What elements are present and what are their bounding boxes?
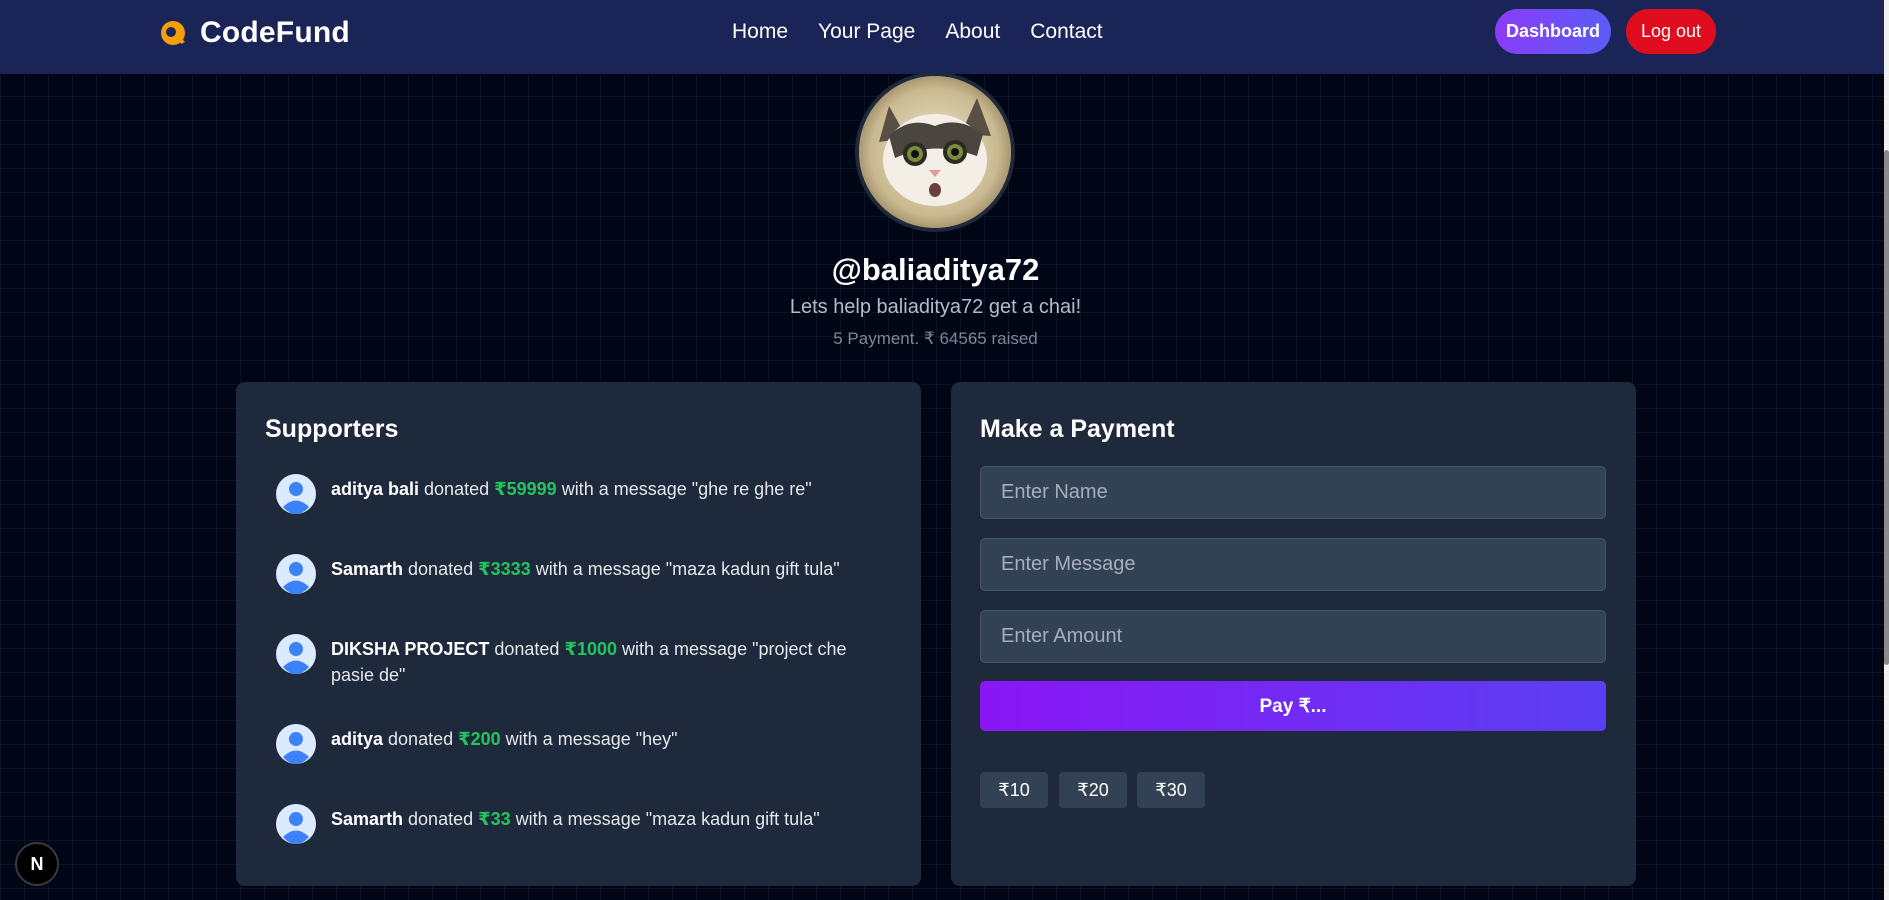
nav-links: Home Your Page About Contact bbox=[732, 20, 1103, 44]
quick-amount-30-button[interactable]: ₹30 bbox=[1137, 772, 1205, 808]
donated-text: donated bbox=[403, 809, 479, 829]
nav-your-page[interactable]: Your Page bbox=[818, 20, 915, 44]
supporter-amount: ₹1000 bbox=[564, 639, 618, 659]
dashboard-button[interactable]: Dashboard bbox=[1495, 9, 1611, 54]
user-avatar-icon bbox=[276, 474, 316, 514]
quick-amount-10-button[interactable]: ₹10 bbox=[980, 772, 1048, 808]
supporter-name: Samarth bbox=[331, 809, 404, 829]
donated-text: donated bbox=[489, 639, 565, 659]
profile-avatar bbox=[855, 72, 1015, 232]
user-avatar-icon bbox=[276, 554, 316, 594]
user-avatar-icon bbox=[276, 634, 316, 674]
supporter-amount: ₹200 bbox=[458, 729, 501, 749]
amount-input[interactable] bbox=[980, 610, 1606, 663]
nextjs-dev-badge[interactable]: N bbox=[15, 842, 59, 886]
supporter-text: DIKSHA PROJECT donated ₹1000 with a mess… bbox=[331, 636, 891, 688]
quick-amount-20-button[interactable]: ₹20 bbox=[1059, 772, 1127, 808]
brand-name: CodeFund bbox=[200, 16, 350, 49]
donated-text: donated bbox=[403, 559, 479, 579]
payment-card: Make a Payment Pay ₹... ₹10 ₹20 ₹30 bbox=[951, 382, 1636, 886]
supporter-text: Samarth donated ₹3333 with a message "ma… bbox=[331, 556, 891, 582]
donated-text: donated bbox=[419, 479, 495, 499]
navbar: CodeFund Home Your Page About Contact Da… bbox=[0, 0, 1884, 74]
supporter-amount: ₹3333 bbox=[478, 559, 531, 579]
supporter-name: aditya bali bbox=[331, 479, 420, 499]
list-item: DIKSHA PROJECT donated ₹1000 with a mess… bbox=[276, 634, 896, 688]
with-message-text: with a message bbox=[617, 639, 753, 659]
donated-text: donated bbox=[383, 729, 459, 749]
supporter-amount: ₹59999 bbox=[494, 479, 557, 499]
logout-button[interactable]: Log out bbox=[1626, 9, 1716, 54]
list-item: aditya bali donated ₹59999 with a messag… bbox=[276, 474, 896, 514]
supporters-title: Supporters bbox=[265, 415, 399, 443]
supporter-name: Samarth bbox=[331, 559, 404, 579]
payment-title: Make a Payment bbox=[980, 415, 1175, 443]
with-message-text: with a message bbox=[530, 559, 666, 579]
scrollbar-thumb[interactable] bbox=[1884, 150, 1889, 665]
nav-home[interactable]: Home bbox=[732, 20, 788, 44]
nav-about[interactable]: About bbox=[945, 20, 1000, 44]
supporter-message: "ghe re ghe re" bbox=[691, 479, 812, 499]
list-item: Samarth donated ₹3333 with a message "ma… bbox=[276, 554, 896, 594]
supporter-text: Samarth donated ₹33 with a message "maza… bbox=[331, 806, 891, 832]
list-item: aditya donated ₹200 with a message "hey" bbox=[276, 724, 896, 764]
nextjs-logo-icon: N bbox=[30, 853, 44, 874]
pay-button[interactable]: Pay ₹... bbox=[980, 681, 1606, 731]
user-avatar-icon bbox=[276, 724, 316, 764]
supporter-name: aditya bbox=[331, 729, 384, 749]
user-avatar-icon bbox=[276, 804, 316, 844]
profile-stats: 5 Payment. ₹ 64565 raised bbox=[833, 329, 1038, 348]
supporter-text: aditya bali donated ₹59999 with a messag… bbox=[331, 476, 891, 502]
message-input[interactable] bbox=[980, 538, 1606, 591]
with-message-text: with a message bbox=[500, 729, 636, 749]
supporters-card: Supporters aditya bali donated ₹59999 wi… bbox=[236, 382, 921, 886]
supporter-message: "hey" bbox=[635, 729, 678, 749]
name-input[interactable] bbox=[980, 466, 1606, 519]
cat-avatar-image bbox=[859, 76, 1011, 228]
supporter-message: "maza kadun gift tula" bbox=[645, 809, 820, 829]
nav-contact[interactable]: Contact bbox=[1030, 20, 1102, 44]
supporter-name: DIKSHA PROJECT bbox=[331, 639, 490, 659]
supporter-message: "maza kadun gift tula" bbox=[665, 559, 840, 579]
codefund-logo-icon bbox=[158, 18, 188, 48]
profile-tagline: Lets help baliaditya72 get a chai! bbox=[789, 296, 1082, 318]
with-message-text: with a message bbox=[556, 479, 692, 499]
brand[interactable]: CodeFund bbox=[158, 16, 350, 50]
list-item: Samarth donated ₹33 with a message "maza… bbox=[276, 804, 896, 844]
supporter-amount: ₹33 bbox=[478, 809, 511, 829]
with-message-text: with a message bbox=[510, 809, 646, 829]
supporter-text: aditya donated ₹200 with a message "hey" bbox=[331, 726, 891, 752]
profile-username: @baliaditya72 bbox=[831, 252, 1040, 287]
